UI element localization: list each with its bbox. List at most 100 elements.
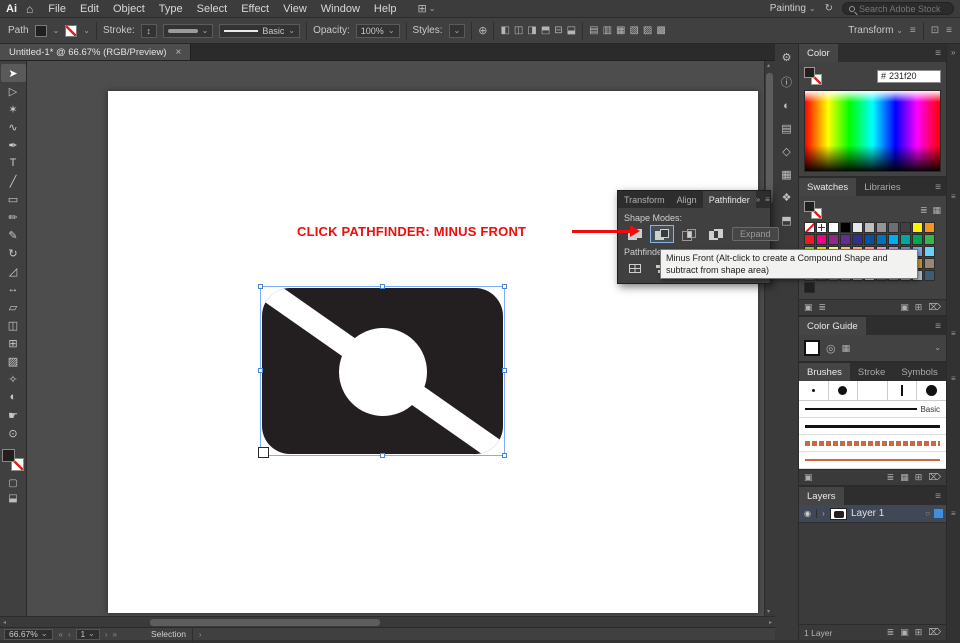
free-transform-tool[interactable]: ▱ xyxy=(1,298,26,316)
lasso-tool[interactable]: ∿ xyxy=(1,118,26,136)
menu-item[interactable]: Object xyxy=(106,3,152,15)
magic-wand-tool[interactable]: ✶ xyxy=(1,100,26,118)
brush-item[interactable] xyxy=(799,435,946,452)
brush-item[interactable] xyxy=(799,381,829,400)
list-view-icon[interactable]: ≣ xyxy=(920,205,928,216)
swatch[interactable] xyxy=(924,234,935,245)
panel-menu-icon[interactable]: ≡ xyxy=(946,25,952,36)
target-circle-icon[interactable]: ○ xyxy=(925,509,930,518)
canvas[interactable]: ▴ ▾ xyxy=(27,61,775,616)
swatch[interactable] xyxy=(804,234,815,245)
distribute-bottom-icon[interactable]: ▦ xyxy=(616,25,625,36)
scroll-down-icon[interactable]: ▾ xyxy=(767,608,770,615)
distribute-middle-icon[interactable]: ▥ xyxy=(603,25,612,36)
panel-menu-icon[interactable]: ≡ xyxy=(935,48,946,59)
type-tool[interactable]: T xyxy=(1,154,26,172)
swatch[interactable] xyxy=(828,234,839,245)
horizontal-scroll-thumb[interactable] xyxy=(150,619,380,626)
stroke-weight-stepper[interactable]: ↕ xyxy=(141,24,157,38)
distribute-top-icon[interactable]: ▤ xyxy=(589,25,598,36)
rotate-tool[interactable]: ↻ xyxy=(1,244,26,262)
align-bottom-icon[interactable]: ⬓ xyxy=(567,25,576,36)
layer-name[interactable]: Layer 1 xyxy=(851,508,884,519)
panel-grip-icon[interactable]: ≡ xyxy=(951,509,956,518)
selection-handle[interactable] xyxy=(502,284,507,289)
workspace-switcher[interactable]: Painting⌄ xyxy=(770,3,816,14)
selection-tool[interactable]: ➤ xyxy=(1,64,26,82)
fill-color-swatch[interactable] xyxy=(2,449,15,462)
align-left-icon[interactable]: ◧ xyxy=(500,25,509,36)
mesh-tool[interactable]: ⊞ xyxy=(1,334,26,352)
tab-color-guide[interactable]: Color Guide xyxy=(799,317,866,335)
menu-item[interactable]: Select xyxy=(190,3,235,15)
distribute-center-icon[interactable]: ▨ xyxy=(643,25,652,36)
fullscreen-icon[interactable]: ⊡ xyxy=(931,25,939,36)
apps-grid-icon[interactable]: ⊞⌄ xyxy=(418,2,436,15)
tab-libraries[interactable]: Libraries xyxy=(856,178,908,196)
swatch[interactable] xyxy=(840,234,851,245)
document-setup-icon[interactable]: ⊕ xyxy=(478,24,487,37)
new-color-group-icon[interactable]: ▣ xyxy=(900,302,909,313)
next-artboard-icon[interactable]: › xyxy=(105,630,108,639)
sync-icon[interactable]: ↻ xyxy=(825,3,833,14)
panel-grip-icon[interactable]: ≡ xyxy=(951,329,956,338)
width-tool[interactable]: ↔ xyxy=(1,280,26,298)
appearance-icon[interactable]: ◇ xyxy=(782,145,790,158)
swatch[interactable] xyxy=(888,234,899,245)
swatch[interactable] xyxy=(852,222,863,233)
tab-layers[interactable]: Layers xyxy=(799,487,844,505)
scroll-right-icon[interactable]: ▸ xyxy=(769,619,772,626)
new-layer-icon[interactable]: ⊞ xyxy=(915,627,923,638)
paintbrush-tool[interactable]: ✏ xyxy=(1,208,26,226)
new-swatch-icon[interactable]: ⊞ xyxy=(915,302,923,313)
menu-item[interactable]: Window xyxy=(314,3,367,15)
brush-definition-dropdown[interactable]: Basic⌄ xyxy=(219,24,300,38)
vertical-scrollbar[interactable]: ▴ ▾ xyxy=(764,61,775,616)
artboard-number-dropdown[interactable]: 1⌄ xyxy=(76,629,100,640)
symbols-icon[interactable]: ❖ xyxy=(782,191,792,204)
asset-export-icon[interactable]: ⬒ xyxy=(781,214,791,227)
expand-button[interactable]: Expand xyxy=(732,227,779,241)
direct-selection-tool[interactable]: ▷ xyxy=(1,82,26,100)
locate-object-icon[interactable]: ≣ xyxy=(887,627,895,638)
graphic-styles-icon[interactable]: ▦ xyxy=(781,168,791,181)
tab-stroke[interactable]: Stroke xyxy=(850,363,893,381)
delete-swatch-icon[interactable]: ⌦ xyxy=(928,302,941,313)
swatch[interactable] xyxy=(840,222,851,233)
exclude-button[interactable] xyxy=(705,226,727,242)
horizontal-scrollbar[interactable]: ◂ ▸ xyxy=(0,616,775,627)
screen-mode-icon[interactable]: ⬓ xyxy=(8,493,17,504)
gradient-tool[interactable]: ▨ xyxy=(1,352,26,370)
styles-dropdown[interactable]: ⌄ xyxy=(449,24,466,38)
swatch[interactable] xyxy=(924,222,935,233)
delete-layer-icon[interactable]: ⌦ xyxy=(928,627,941,638)
align-middle-icon[interactable]: ⊟ xyxy=(554,25,562,36)
eyedropper-tool[interactable]: ✧ xyxy=(1,370,26,388)
brush-item[interactable] xyxy=(888,381,918,400)
home-icon[interactable]: ⌂ xyxy=(26,2,33,16)
base-color-swatch[interactable] xyxy=(804,340,820,356)
swatch[interactable] xyxy=(876,222,887,233)
gear-icon[interactable]: ⚙ xyxy=(782,51,792,64)
tab-transform[interactable]: Transform xyxy=(618,191,671,208)
collapse-panels-icon[interactable]: » xyxy=(951,48,955,57)
brush-item[interactable] xyxy=(917,381,946,400)
selection-handle[interactable] xyxy=(380,284,385,289)
vertical-scroll-thumb[interactable] xyxy=(766,73,773,203)
pencil-tool[interactable]: ✎ xyxy=(1,226,26,244)
line-segment-tool[interactable]: ╱ xyxy=(1,172,26,190)
selection-handle[interactable] xyxy=(380,453,385,458)
brush-item[interactable] xyxy=(858,381,888,400)
panel-menu-icon[interactable]: ≡ xyxy=(765,195,770,204)
blend-tool[interactable]: ◐ xyxy=(1,388,26,406)
menu-item[interactable]: Type xyxy=(152,3,190,15)
delete-brush-icon[interactable]: ⌦ xyxy=(928,472,941,483)
brush-item[interactable] xyxy=(829,381,859,400)
tab-symbols[interactable]: Symbols xyxy=(893,363,945,381)
transform-menu[interactable]: Transform ⌄ xyxy=(848,25,903,36)
swatch[interactable] xyxy=(924,246,935,257)
swatch[interactable] xyxy=(816,234,827,245)
divide-button[interactable] xyxy=(624,260,646,276)
fill-stroke-indicator[interactable] xyxy=(804,67,824,85)
transparency-icon[interactable]: ◐ xyxy=(783,100,790,112)
